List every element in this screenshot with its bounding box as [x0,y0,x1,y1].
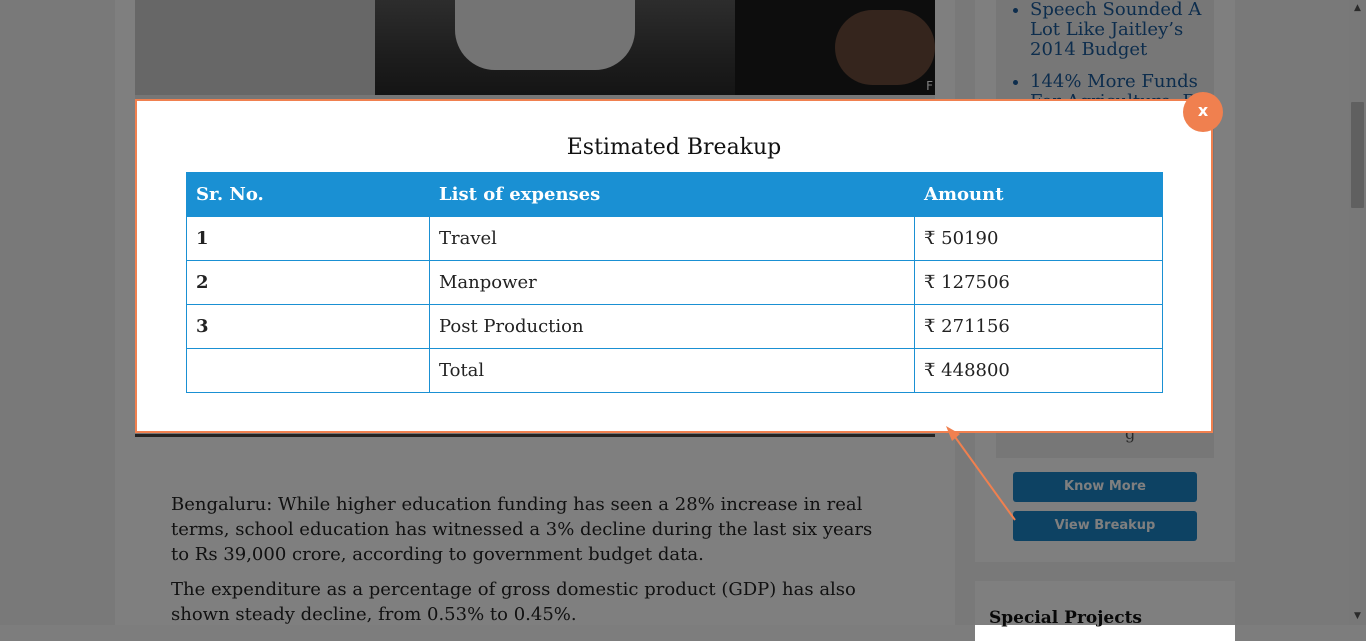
pointer-arrow-icon [946,426,1016,521]
arrow-line [949,429,1016,521]
arrow-head [946,426,960,441]
